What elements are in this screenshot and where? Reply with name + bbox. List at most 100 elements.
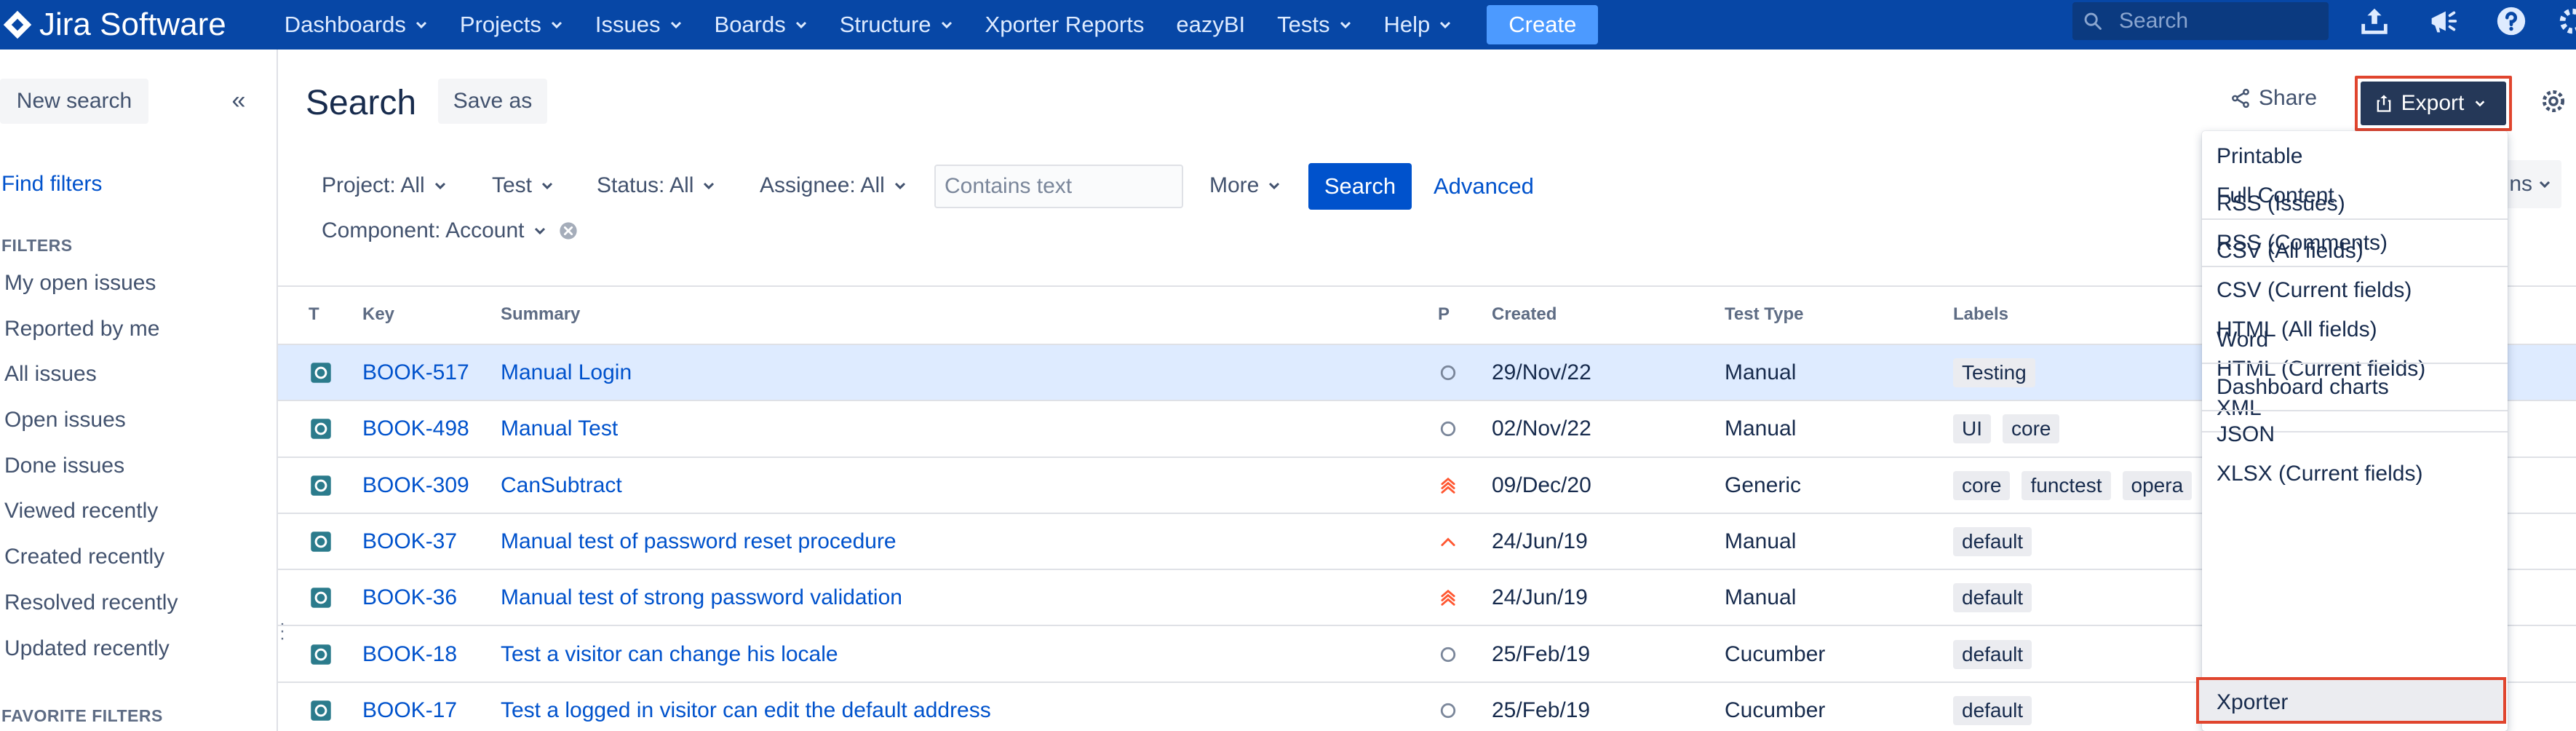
label-lozenge[interactable]: default: [1953, 583, 2032, 613]
label-lozenge[interactable]: core: [1953, 470, 2011, 500]
header-summary[interactable]: Summary: [501, 304, 580, 325]
find-filters-link[interactable]: Find filters: [1, 172, 102, 197]
priority-cell: [1438, 401, 1458, 457]
issue-key-link[interactable]: BOOK-36: [362, 570, 457, 625]
contains-text-input[interactable]: [934, 165, 1183, 208]
share-button[interactable]: Share: [2230, 86, 2317, 111]
menu-separator: [2202, 363, 2508, 364]
jira-logo[interactable]: Jira Software: [0, 0, 226, 50]
nav-item-projects[interactable]: Projects: [460, 0, 582, 50]
sidebar-filter-my-open-issues[interactable]: My open issues: [4, 261, 178, 307]
label-lozenge[interactable]: Testing: [1953, 358, 2035, 387]
nav-item-issues[interactable]: Issues: [595, 0, 701, 50]
nav-item-dashboards[interactable]: Dashboards: [285, 0, 447, 50]
header-labels[interactable]: Labels: [1953, 304, 2008, 325]
assignee-filter[interactable]: Assignee: All: [760, 173, 907, 198]
test-issue-type-icon: [311, 588, 331, 608]
assignee-filter-label: Assignee: All: [760, 173, 885, 197]
help-icon[interactable]: [2493, 3, 2529, 39]
nav-item-eazybi[interactable]: eazyBI: [1176, 0, 1264, 50]
issue-summary-link[interactable]: Test a logged in visitor can edit the de…: [501, 683, 991, 731]
notifications-megaphone-icon[interactable]: [2425, 3, 2461, 39]
nav-item-tests[interactable]: Tests: [1277, 0, 1370, 50]
component-filter[interactable]: Component: Account: [322, 218, 579, 243]
more-filter[interactable]: More: [1209, 173, 1281, 198]
header-type[interactable]: T: [309, 304, 319, 325]
export-item-csv-all-fields[interactable]: CSV (All fields): [2202, 232, 2508, 271]
header-key[interactable]: Key: [362, 304, 394, 325]
export-button[interactable]: Export: [2361, 82, 2506, 125]
gear-icon[interactable]: [2540, 87, 2569, 116]
label-lozenge[interactable]: functest: [2022, 470, 2111, 500]
project-filter[interactable]: Project: All: [322, 173, 447, 198]
issue-key-link[interactable]: BOOK-17: [362, 683, 457, 731]
sidebar-filter-updated-recently[interactable]: Updated recently: [4, 626, 178, 672]
test-filter[interactable]: Test: [492, 173, 554, 198]
export-item-xlsx-current-fields[interactable]: XLSX (Current fields): [2202, 454, 2508, 494]
sidebar-filter-done-issues[interactable]: Done issues: [4, 443, 178, 489]
nav-item-help[interactable]: Help: [1384, 0, 1471, 50]
chevron-down-icon: [534, 227, 545, 235]
issue-summary-link[interactable]: Manual Login: [501, 345, 632, 400]
issue-key-link[interactable]: BOOK-309: [362, 458, 469, 513]
issue-key-link[interactable]: BOOK-498: [362, 401, 469, 457]
save-as-button[interactable]: Save as: [438, 79, 547, 124]
global-search-input[interactable]: Search: [2072, 2, 2329, 40]
nav-item-boards[interactable]: Boards: [715, 0, 827, 50]
issue-key-link[interactable]: BOOK-37: [362, 514, 457, 569]
status-filter-label: Status: All: [597, 173, 694, 197]
label-lozenge[interactable]: opera: [2122, 470, 2193, 500]
export-item-json[interactable]: JSON: [2202, 415, 2508, 454]
label-lozenge[interactable]: default: [1953, 695, 2032, 725]
sidebar-filter-reported-by-me[interactable]: Reported by me: [4, 307, 178, 352]
issue-summary-link[interactable]: Manual test of strong password validatio…: [501, 570, 902, 625]
global-search-placeholder: Search: [2119, 9, 2189, 33]
sidebar-filter-created-recently[interactable]: Created recently: [4, 534, 178, 580]
issue-type-cell: [310, 345, 332, 400]
label-lozenge[interactable]: core: [2003, 414, 2060, 444]
export-item-rss-issues[interactable]: RSS (Issues): [2202, 184, 2508, 224]
issue-summary-link[interactable]: Manual test of password reset procedure: [501, 514, 897, 569]
labels-cell: core functest opera: [1953, 458, 2203, 513]
header-created[interactable]: Created: [1492, 304, 1557, 325]
issue-summary-link[interactable]: Test a visitor can change his locale: [501, 627, 838, 682]
advanced-search-link[interactable]: Advanced: [1434, 173, 1534, 199]
create-button[interactable]: Create: [1487, 5, 1599, 44]
label-lozenge[interactable]: default: [1953, 526, 2032, 556]
header-priority[interactable]: P: [1438, 304, 1450, 325]
chevron-down-icon: [2539, 181, 2551, 189]
search-button[interactable]: Search: [1308, 163, 1412, 210]
header-test-type[interactable]: Test Type: [1725, 304, 1803, 325]
priority-cell: [1438, 627, 1458, 682]
export-item-dashboard-charts[interactable]: Dashboard charts: [2202, 368, 2508, 407]
priority-none-icon: [1440, 647, 1456, 662]
upload-icon[interactable]: [2356, 3, 2393, 39]
sidebar-filter-all-issues[interactable]: All issues: [4, 352, 178, 398]
label-lozenge[interactable]: UI: [1953, 414, 1991, 444]
nav-item-structure[interactable]: Structure: [840, 0, 972, 50]
clear-filter-icon[interactable]: [558, 221, 579, 241]
export-item-xporter[interactable]: Xporter: [2202, 683, 2508, 722]
sidebar-filter-viewed-recently[interactable]: Viewed recently: [4, 489, 178, 534]
test-filter-label: Test: [492, 173, 533, 197]
issue-key-link[interactable]: BOOK-517: [362, 345, 469, 400]
created-date: 25/Feb/19: [1492, 698, 1591, 722]
sidebar-filter-open-issues[interactable]: Open issues: [4, 398, 178, 443]
label-lozenge[interactable]: default: [1953, 639, 2032, 669]
settings-icon[interactable]: [2554, 3, 2576, 39]
issue-summary-link[interactable]: CanSubtract: [501, 458, 622, 513]
status-filter[interactable]: Status: All: [597, 173, 715, 198]
issue-key-link[interactable]: BOOK-18: [362, 627, 457, 682]
priority-cell: [1438, 683, 1458, 731]
issue-summary-link[interactable]: Manual Test: [501, 401, 618, 457]
export-item-printable[interactable]: Printable: [2202, 137, 2508, 176]
created-date: 25/Feb/19: [1492, 641, 1591, 666]
collapse-sidebar-icon[interactable]: «: [226, 87, 252, 114]
nav-item-xporter-reports[interactable]: Xporter Reports: [985, 0, 1164, 50]
export-item-word[interactable]: Word: [2202, 320, 2508, 360]
nav-item-label: Help: [1383, 12, 1431, 37]
new-search-button[interactable]: New search: [0, 79, 148, 124]
sidebar-filter-resolved-recently[interactable]: Resolved recently: [4, 580, 178, 626]
created-date: 24/Jun/19: [1492, 585, 1588, 610]
export-item-csv-current-fields[interactable]: CSV (Current fields): [2202, 271, 2508, 310]
